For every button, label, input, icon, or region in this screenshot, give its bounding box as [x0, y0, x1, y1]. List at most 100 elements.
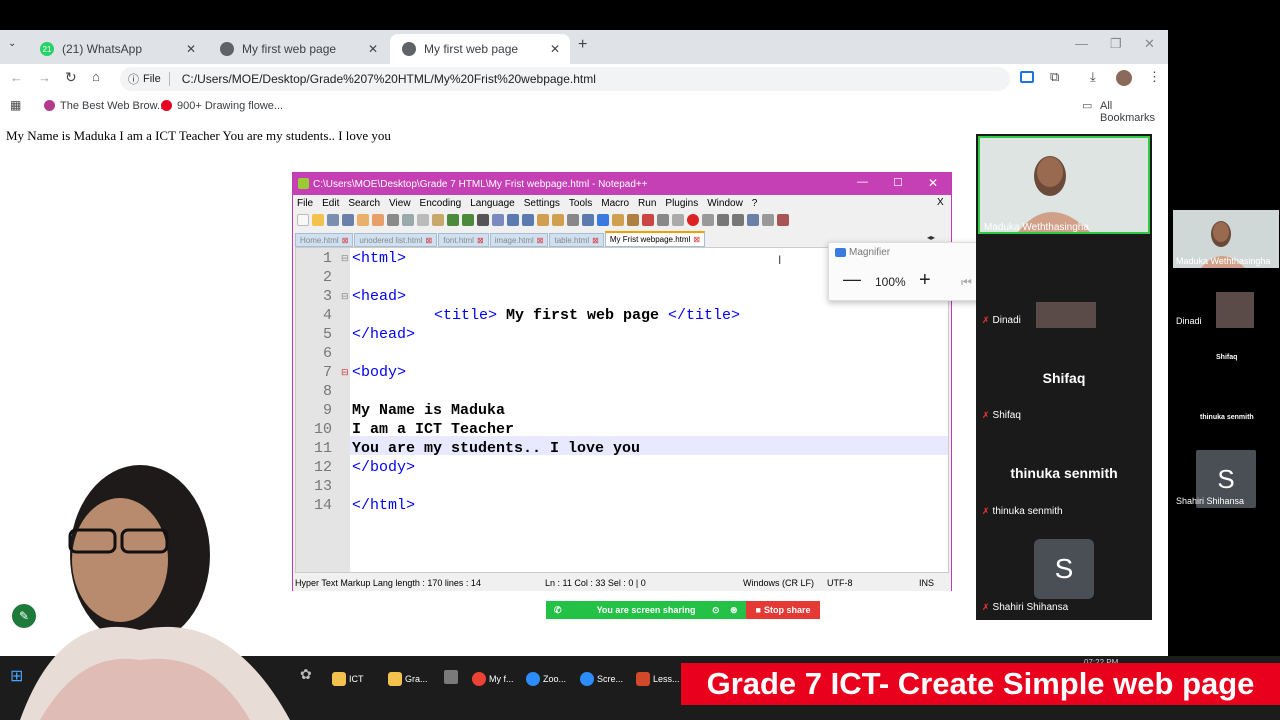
menu-view[interactable]: View [389, 198, 411, 209]
menu-plugins[interactable]: Plugins [665, 198, 698, 209]
zoom-in-button[interactable]: + [919, 269, 931, 292]
close-tab-icon[interactable]: ✕ [550, 42, 560, 56]
thumb-video[interactable] [1216, 292, 1254, 328]
open-file-icon[interactable] [312, 214, 324, 226]
maximize-icon[interactable]: ☐ [893, 176, 903, 189]
all-bookmarks[interactable]: All Bookmarks [1100, 100, 1168, 124]
tab-first-web-page[interactable]: My first web page ✕ [208, 34, 388, 64]
annotate-pen-icon[interactable]: ✎ [12, 604, 36, 628]
notepad-icon[interactable] [444, 670, 458, 684]
apps-icon[interactable]: ▦ [10, 98, 21, 112]
stop-share-button[interactable]: ■ Stop share [746, 601, 820, 619]
close-window-icon[interactable]: ✕ [1144, 36, 1155, 52]
doc-map-icon[interactable] [627, 214, 639, 226]
taskbar-item[interactable]: Gra... [388, 668, 428, 690]
restore-icon[interactable]: ❐ [1110, 36, 1122, 52]
doc-tab[interactable]: font.html ⊠ [438, 233, 489, 247]
word-wrap-icon[interactable] [567, 214, 579, 226]
menu-tools[interactable]: Tools [569, 198, 592, 209]
taskbar-item[interactable]: Zoo... [526, 668, 566, 690]
zoom-out-icon[interactable] [522, 214, 534, 226]
copy-icon[interactable] [417, 214, 429, 226]
redo-icon[interactable] [462, 214, 474, 226]
record-macro-icon[interactable] [687, 214, 699, 226]
paste-icon[interactable] [432, 214, 444, 226]
cast-icon[interactable] [1020, 71, 1034, 83]
close-doc-icon[interactable]: X [937, 197, 944, 208]
bookmark-item[interactable]: The Best Web Brow... [60, 100, 166, 112]
run-macro-icon[interactable] [732, 214, 744, 226]
menu-edit[interactable]: Edit [322, 198, 339, 209]
taskbar-item[interactable]: Scre... [580, 668, 623, 690]
lang-icon[interactable] [612, 214, 624, 226]
print-icon[interactable] [387, 214, 399, 226]
doc-tab[interactable]: unodered list.html ⊠ [354, 233, 438, 247]
menu-window[interactable]: Window [707, 198, 743, 209]
zoom-out-button[interactable]: — [843, 269, 861, 290]
dinadi-video[interactable] [1036, 302, 1096, 328]
taskbar-item[interactable]: ICT [332, 668, 364, 690]
fold-marker-icon[interactable]: ⊟ [341, 253, 349, 264]
menu-settings[interactable]: Settings [524, 198, 560, 209]
spellcheck-icon[interactable] [777, 214, 789, 226]
replace-icon[interactable] [492, 214, 504, 226]
minimize-icon[interactable]: — [1075, 36, 1088, 51]
back-icon[interactable]: ← [10, 70, 23, 85]
tab-first-web-page-active[interactable]: My first web page ✕ [390, 34, 570, 64]
speaker-video[interactable]: Maduka Weththasingha [978, 136, 1150, 234]
menu-search[interactable]: Search [348, 198, 380, 209]
minimize-icon[interactable]: — [857, 176, 868, 188]
bookmark-item[interactable]: 900+ Drawing flowe... [177, 100, 283, 112]
menu-dots-icon[interactable]: ⋮ [1148, 69, 1161, 85]
indent-guide-icon[interactable] [597, 214, 609, 226]
pause-icon[interactable]: ⊙ [712, 605, 720, 616]
close-tab-icon[interactable]: ⊠ [426, 236, 433, 245]
menu-help[interactable]: ? [752, 198, 758, 209]
taskbar-item[interactable]: Less... [636, 668, 680, 690]
tab-search-icon[interactable]: ⌄ [8, 38, 16, 49]
copilot-icon[interactable]: ✿ [300, 666, 312, 683]
menu-file[interactable]: File [297, 198, 313, 209]
download-icon[interactable]: ⤓ [1090, 69, 1096, 85]
address-bar[interactable]: ⓘ File C:/Users/MOE/Desktop/Grade%207%20… [120, 67, 1010, 91]
taskbar-item[interactable]: My f... [472, 668, 514, 690]
sync-h-icon[interactable] [552, 214, 564, 226]
monitor-icon[interactable] [672, 214, 684, 226]
undo-icon[interactable] [447, 214, 459, 226]
close-window-icon[interactable]: ✕ [928, 176, 938, 190]
home-icon[interactable]: ⌂ [92, 69, 100, 84]
zoom-in-icon[interactable] [507, 214, 519, 226]
reload-icon[interactable]: ↻ [65, 69, 77, 86]
tab-whatsapp[interactable]: 21 (21) WhatsApp ✕ [28, 34, 206, 64]
settings-icon[interactable] [762, 214, 774, 226]
url-text[interactable]: C:/Users/MOE/Desktop/Grade%207%20HTML/My… [182, 72, 596, 86]
close-tab-icon[interactable]: ⊠ [537, 236, 544, 245]
fold-marker-icon[interactable]: ⊟ [341, 367, 349, 378]
close-icon[interactable] [357, 214, 369, 226]
new-file-icon[interactable] [297, 214, 309, 226]
tab-scroll-icon[interactable]: ◂▸ [927, 233, 935, 242]
save-icon[interactable] [327, 214, 339, 226]
profile-avatar[interactable] [1116, 70, 1132, 86]
show-all-icon[interactable] [582, 214, 594, 226]
fold-marker-icon[interactable]: ⊟ [341, 291, 349, 302]
menu-run[interactable]: Run [638, 198, 656, 209]
function-list-icon[interactable] [642, 214, 654, 226]
menu-macro[interactable]: Macro [601, 198, 629, 209]
skip-back-icon[interactable]: ⏮ [961, 275, 972, 290]
doc-tab[interactable]: table.html ⊠ [549, 233, 604, 247]
doc-tab-active[interactable]: My Frist webpage.html ⊠ [604, 231, 706, 247]
folder-workspace-icon[interactable] [657, 214, 669, 226]
doc-tab[interactable]: image.html ⊠ [489, 233, 549, 247]
save-macro-icon[interactable] [747, 214, 759, 226]
close-tab-icon[interactable]: ⊠ [592, 236, 599, 245]
forward-icon[interactable]: → [38, 70, 51, 85]
close-tab-icon[interactable]: ⊠ [477, 236, 484, 245]
close-tab-icon[interactable]: ⊠ [693, 235, 700, 244]
new-tab-icon[interactable]: + [578, 36, 587, 54]
play-macro-icon[interactable] [717, 214, 729, 226]
close-tab-icon[interactable]: ✕ [186, 42, 196, 56]
extensions-icon[interactable]: ⧉ [1050, 69, 1059, 85]
find-icon[interactable] [477, 214, 489, 226]
sync-v-icon[interactable] [537, 214, 549, 226]
